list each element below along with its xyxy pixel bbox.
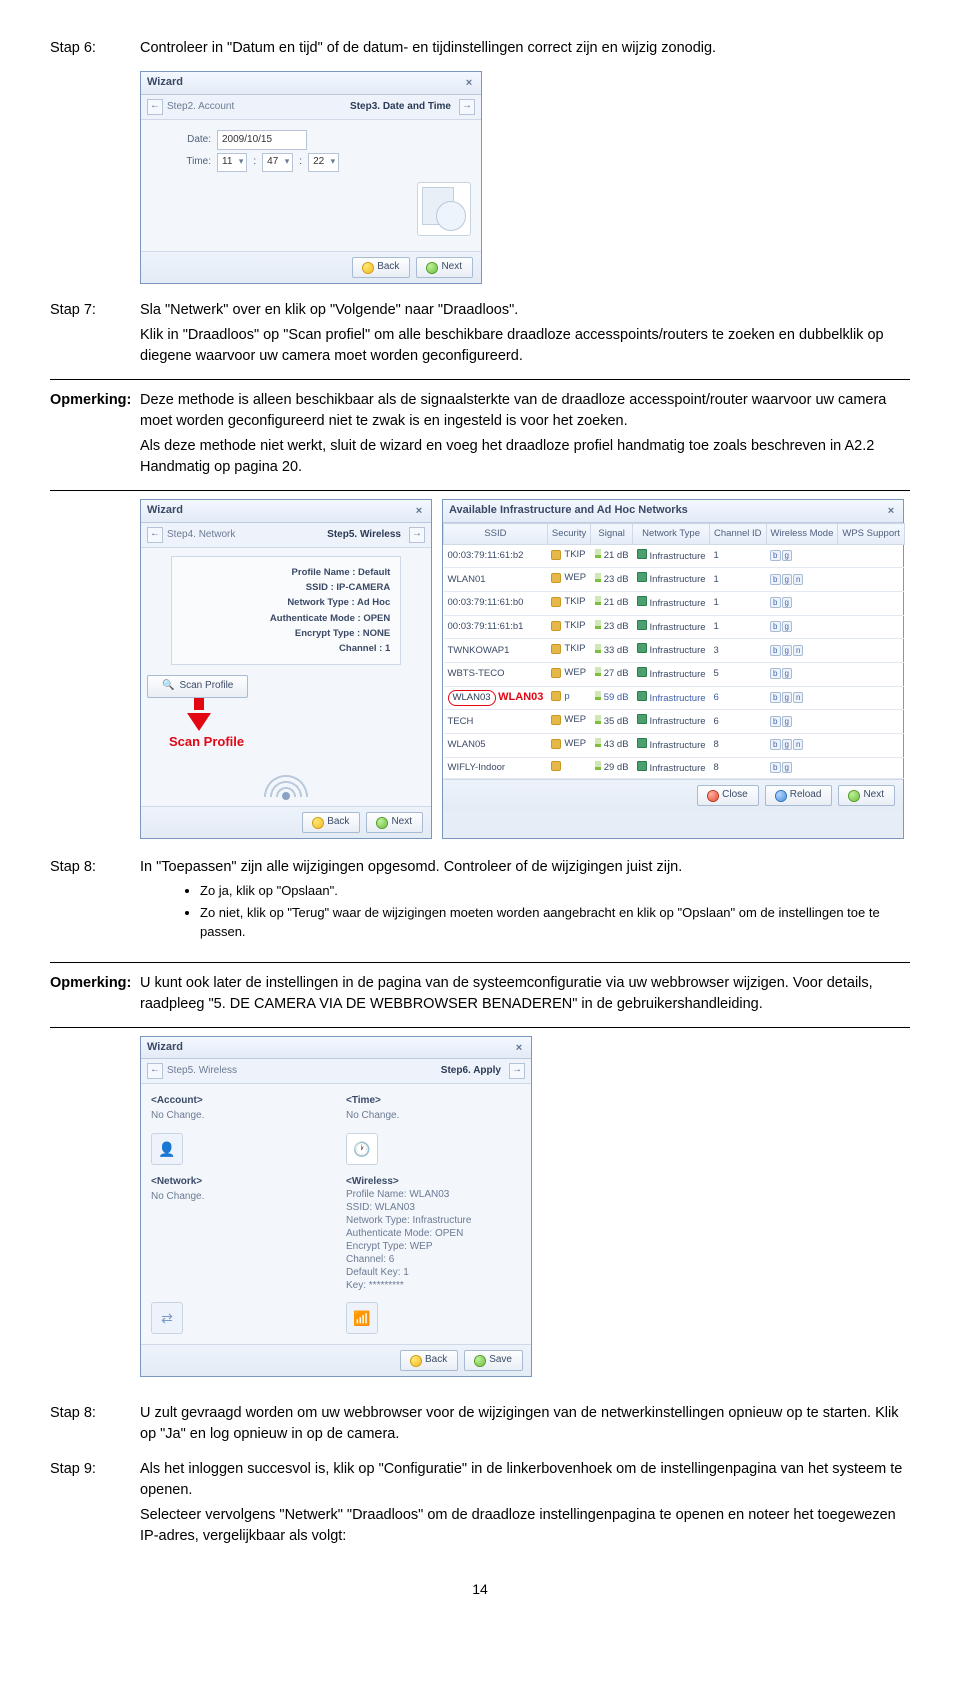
step6-text: Controleer in "Datum en tijd" of de datu…	[140, 36, 910, 61]
wizard3-step-current: Step6. Apply	[437, 1064, 505, 1079]
step9-label: Stap 9:	[50, 1457, 140, 1549]
scan-profile-button[interactable]: 🔍 Scan Profile	[147, 675, 248, 698]
reload-button[interactable]: Reload	[765, 785, 833, 806]
remark1-label: Opmerking:	[50, 388, 140, 480]
remark1: Opmerking: Deze methode is alleen beschi…	[50, 388, 910, 480]
step8b-label: Stap 8:	[50, 1401, 140, 1447]
close-icon[interactable]: ×	[413, 505, 425, 517]
date-label: Date:	[151, 133, 211, 148]
step8b-para1: U zult gevraagd worden om uw webbrowser …	[140, 1403, 910, 1445]
step8-para1: In "Toepassen" zijn alle wijzigingen opg…	[140, 857, 910, 878]
remark2-label: Opmerking:	[50, 971, 140, 1017]
table-row[interactable]: WLAN01WEP23 dBInfrastructure1bgn	[444, 568, 905, 592]
user-icon: 👤	[151, 1133, 183, 1165]
wizard3-title: Wizard	[147, 1040, 183, 1056]
remark2-para1: U kunt ook later de instellingen in de p…	[140, 973, 910, 1015]
step9: Stap 9: Als het inloggen succesvol is, k…	[50, 1457, 910, 1549]
step9-para1: Als het inloggen succesvol is, klik op "…	[140, 1459, 910, 1501]
close-icon[interactable]: ×	[513, 1042, 525, 1054]
search-icon: 🔍	[162, 679, 174, 694]
separator	[50, 490, 910, 491]
step7-para1: Sla "Netwerk" over en klik op "Volgende"…	[140, 300, 910, 321]
save-button[interactable]: Save	[464, 1350, 523, 1371]
table-row[interactable]: 00:03:79:11:61:b2TKIP21 dBInfrastructure…	[444, 544, 905, 568]
networks-window: Available Infrastructure and Ad Hoc Netw…	[442, 499, 904, 839]
step8b: Stap 8: U zult gevraagd worden om uw web…	[50, 1401, 910, 1447]
profile-box: Profile Name : Default SSID : IP-CAMERA …	[171, 556, 402, 665]
time-min[interactable]: 47	[262, 153, 293, 172]
wizard1-step-current: Step3. Date and Time	[346, 100, 455, 115]
networks-table[interactable]: SSID Security Signal Network Type Channe…	[443, 523, 905, 779]
wizard-wireless: Wizard × ← Step4. Network Step5. Wireles…	[140, 499, 432, 839]
wizard2-step-prev[interactable]: Step4. Network	[167, 528, 235, 543]
forward-arrow-icon[interactable]: →	[509, 1063, 525, 1079]
time-hour[interactable]: 11	[217, 153, 247, 172]
step8-bullet2: Zo niet, klik op "Terug" waar de wijzigi…	[200, 904, 910, 942]
step8-label: Stap 8:	[50, 855, 140, 952]
wizard2-title: Wizard	[147, 503, 183, 519]
clock-icon: 🕐	[346, 1133, 378, 1165]
table-row[interactable]: TWNKOWAP1TKIP33 dBInfrastructure3bgn	[444, 639, 905, 663]
back-button[interactable]: Back	[302, 812, 360, 833]
wifi-icon	[256, 757, 316, 797]
close-icon[interactable]: ×	[885, 505, 897, 517]
separator	[50, 962, 910, 963]
arrow-down-icon	[187, 713, 211, 731]
remark1-para2: Als deze methode niet werkt, sluit de wi…	[140, 436, 910, 478]
arrow-down-icon	[194, 698, 204, 710]
table-row[interactable]: WIFLY-Indoor29 dBInfrastructure8bg	[444, 757, 905, 779]
clock-icon	[417, 182, 471, 236]
forward-arrow-icon[interactable]: →	[409, 527, 425, 543]
step7-label: Stap 7:	[50, 298, 140, 369]
next-button[interactable]: Next	[416, 257, 473, 278]
table-row[interactable]: 00:03:79:11:61:b0TKIP21 dBInfrastructure…	[444, 592, 905, 616]
step6: Stap 6: Controleer in "Datum en tijd" of…	[50, 36, 910, 61]
wifi-icon: 📶	[346, 1302, 378, 1334]
wizard2-step-current: Step5. Wireless	[323, 528, 405, 543]
wizard1-title: Wizard	[147, 75, 183, 91]
next-button[interactable]: Next	[838, 785, 895, 806]
wizard-apply: Wizard × ← Step5. Wireless Step6. Apply …	[140, 1036, 532, 1377]
wireless-details: <Wireless> Profile Name: WLAN03 SSID: WL…	[346, 1175, 471, 1292]
remark2: Opmerking: U kunt ook later de instellin…	[50, 971, 910, 1017]
back-arrow-icon[interactable]: ←	[147, 99, 163, 115]
table-row[interactable]: WLAN03 WLAN03p59 dBInfrastructure6bgn	[444, 686, 905, 710]
close-icon[interactable]: ×	[463, 77, 475, 89]
close-button[interactable]: Close	[697, 785, 759, 806]
table-row[interactable]: WLAN05WEP43 dBInfrastructure8bgn	[444, 733, 905, 757]
step7-para2: Klik in "Draadloos" op "Scan profiel" om…	[140, 325, 910, 367]
wizard1-step-prev[interactable]: Step2. Account	[167, 100, 234, 115]
next-button[interactable]: Next	[366, 812, 423, 833]
step6-label: Stap 6:	[50, 36, 140, 61]
date-field[interactable]: 2009/10/15	[217, 130, 307, 151]
wizard-datetime: Wizard × ← Step2. Account Step3. Date an…	[140, 71, 482, 284]
wizard3-step-prev[interactable]: Step5. Wireless	[167, 1064, 237, 1079]
step7: Stap 7: Sla "Netwerk" over en klik op "V…	[50, 298, 910, 369]
scan-profile-caption: Scan Profile	[169, 733, 425, 752]
forward-arrow-icon[interactable]: →	[459, 99, 475, 115]
separator	[50, 1027, 910, 1028]
back-button[interactable]: Back	[400, 1350, 458, 1371]
table-row[interactable]: TECHWEP35 dBInfrastructure6bg	[444, 710, 905, 734]
step8-bullet1: Zo ja, klik op "Opslaan".	[200, 882, 910, 901]
network-icon: ⇄	[151, 1302, 183, 1334]
table-row[interactable]: WBTS-TECOWEP27 dBInfrastructure5bg	[444, 662, 905, 686]
time-sec[interactable]: 22	[308, 153, 339, 172]
back-arrow-icon[interactable]: ←	[147, 527, 163, 543]
back-arrow-icon[interactable]: ←	[147, 1063, 163, 1079]
step9-para2: Selecteer vervolgens "Netwerk" "Draadloo…	[140, 1505, 910, 1547]
page-number: 14	[50, 1579, 910, 1599]
time-label: Time:	[151, 155, 211, 170]
networks-title: Available Infrastructure and Ad Hoc Netw…	[449, 503, 688, 519]
table-row[interactable]: 00:03:79:11:61:b1TKIP23 dBInfrastructure…	[444, 615, 905, 639]
remark1-para1: Deze methode is alleen beschikbaar als d…	[140, 390, 910, 432]
step8: Stap 8: In "Toepassen" zijn alle wijzigi…	[50, 855, 910, 952]
back-button[interactable]: Back	[352, 257, 410, 278]
separator	[50, 379, 910, 380]
